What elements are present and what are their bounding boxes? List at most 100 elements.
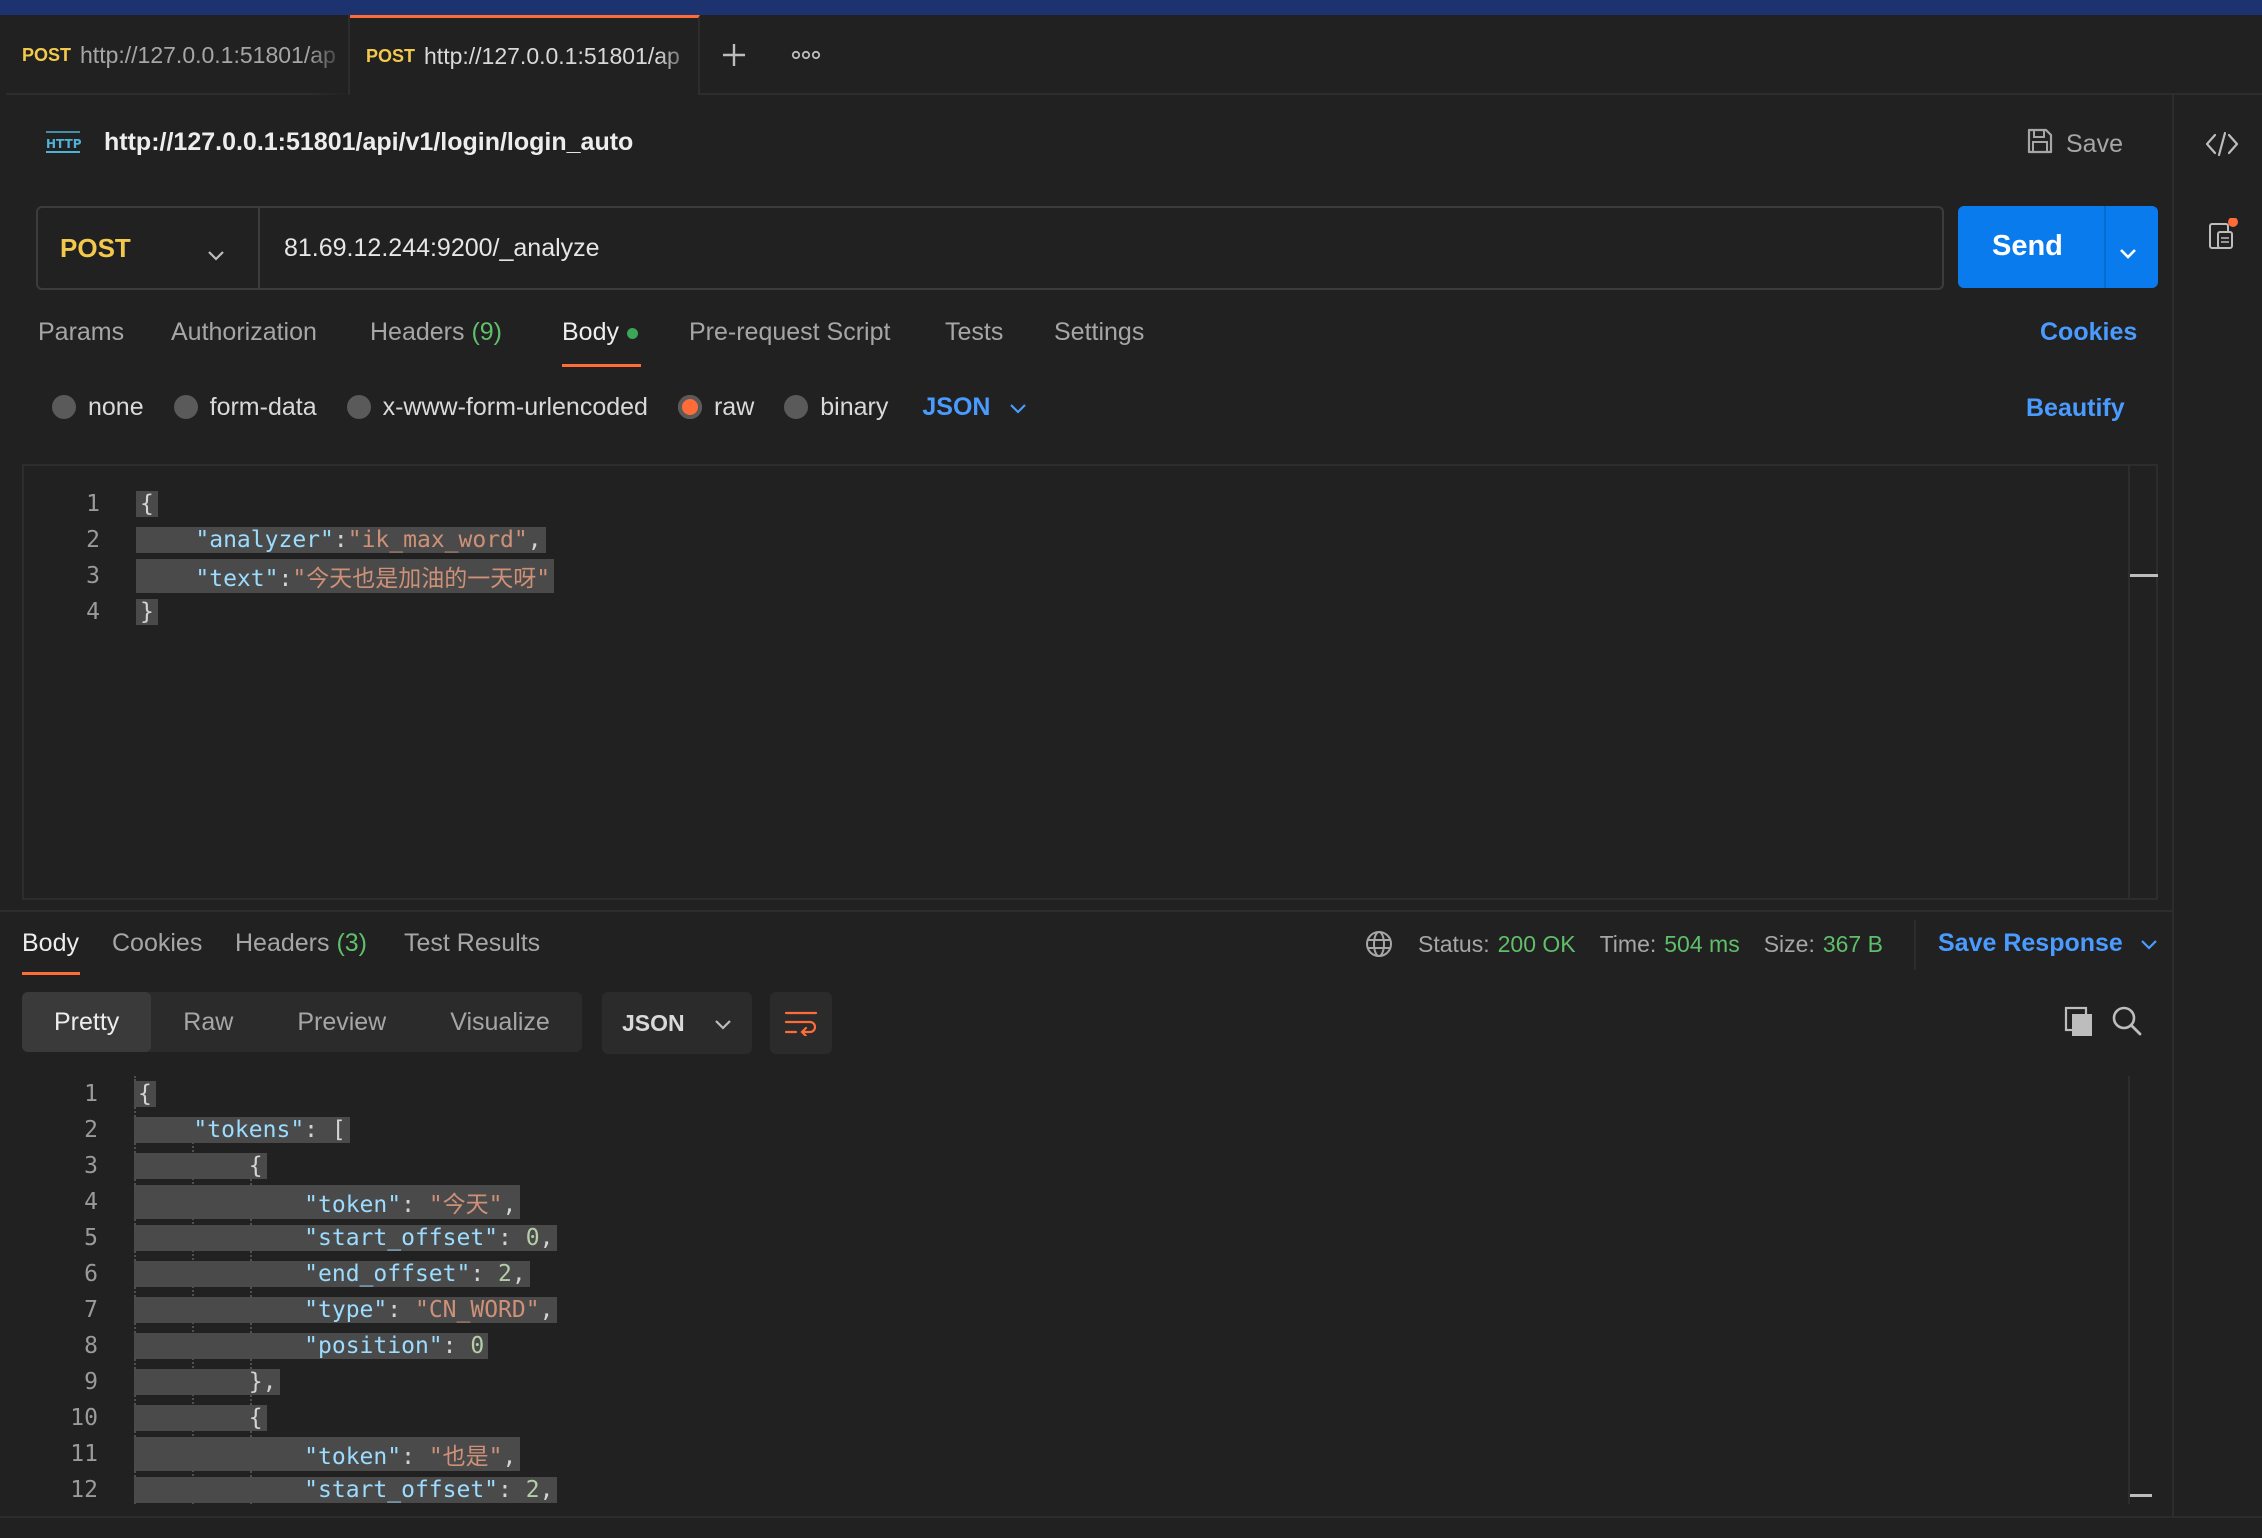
response-tab-headers[interactable]: Headers (3): [235, 929, 367, 958]
code-token: ,: [527, 527, 542, 553]
response-scroll-marker[interactable]: [2130, 1494, 2152, 1497]
request-tab-1[interactable]: POST http://127.0.0.1:51801/ap: [6, 15, 350, 95]
line-number: 6: [84, 1261, 98, 1287]
send-button[interactable]: Send: [1958, 206, 2158, 288]
wrap-lines-icon[interactable]: [770, 992, 832, 1054]
request-name[interactable]: http://127.0.0.1:51801/api/v1/login/logi…: [104, 128, 633, 157]
status-indicator[interactable]: Status: 200 OK: [1418, 931, 1576, 958]
response-tab-cookies[interactable]: Cookies: [112, 929, 202, 958]
radio-none[interactable]: none: [52, 393, 144, 422]
view-preview[interactable]: Preview: [265, 992, 418, 1052]
tab-tests[interactable]: Tests: [945, 318, 1003, 347]
json-key: "start_offset": [304, 1477, 499, 1503]
code-token: },: [248, 1369, 277, 1395]
line-number: 4: [86, 599, 100, 625]
radio-urlencoded-label: x-www-form-urlencoded: [382, 392, 648, 421]
radio-urlencoded[interactable]: x-www-form-urlencoded: [346, 392, 648, 422]
line-number: 3: [84, 1153, 98, 1179]
time-indicator[interactable]: Time: 504 ms: [1600, 931, 1740, 958]
url-bar: POST: [36, 206, 1944, 290]
time-label: Time:: [1599, 930, 1657, 957]
radio-form-data[interactable]: form-data: [173, 392, 317, 422]
window-top-bar: [0, 0, 2262, 15]
line-number: 4: [84, 1189, 98, 1215]
url-input[interactable]: [284, 208, 1884, 288]
tab-strip: POST http://127.0.0.1:51801/ap POST http…: [6, 15, 2262, 95]
status-value: 200 OK: [1497, 930, 1576, 957]
line-number: 7: [84, 1297, 98, 1323]
search-icon[interactable]: [2110, 1004, 2144, 1038]
line-number: 11: [70, 1441, 98, 1467]
tab-body[interactable]: Body: [562, 318, 638, 347]
size-value: 367 B: [1822, 930, 1883, 957]
line-number: 3: [86, 563, 100, 589]
tab-url-label: http://127.0.0.1:51801/ap: [424, 43, 680, 69]
view-visualize[interactable]: Visualize: [418, 992, 582, 1052]
json-string: "CN_WORD": [414, 1297, 540, 1323]
response-format-dropdown[interactable]: JSON: [602, 992, 752, 1054]
radio-binary[interactable]: binary: [784, 393, 888, 422]
line-number: 8: [84, 1333, 98, 1359]
json-key: "analyzer": [195, 527, 334, 553]
radio-none-label: none: [88, 392, 144, 421]
tab-prerequest-script[interactable]: Pre-request Script: [689, 318, 890, 347]
radio-raw-label: raw: [713, 392, 755, 421]
line-number: 1: [86, 491, 100, 517]
body-format-dropdown[interactable]: JSON: [922, 393, 1028, 422]
size-indicator[interactable]: Size: 367 B: [1764, 931, 1883, 958]
size-label: Size:: [1763, 930, 1815, 957]
copy-icon[interactable]: [2062, 1004, 2096, 1038]
pane-divider[interactable]: [0, 910, 2172, 912]
json-key: "position": [304, 1333, 443, 1359]
response-status-bar: Status: 200 OK Time: 504 ms Size: 367 B: [1364, 929, 1907, 959]
request-body-editor[interactable]: 1 { 2 "analyzer":"ik_max_word", 3 "text"…: [22, 464, 2158, 900]
save-button[interactable]: Save: [2026, 122, 2123, 166]
json-string: "今天也是加油的一天呀": [292, 566, 551, 592]
tab-method-badge: POST: [22, 44, 72, 65]
response-body-viewer[interactable]: 1 { 2 "tokens": [ 3 { 4 "token": "今天", 5…: [22, 1076, 2152, 1504]
radio-form-data-label: form-data: [209, 392, 317, 421]
response-format-label: JSON: [622, 1009, 685, 1036]
plus-icon[interactable]: [714, 35, 754, 75]
clipboard-icon[interactable]: [2202, 216, 2242, 256]
tab-authorization[interactable]: Authorization: [171, 318, 317, 347]
json-key: "end_offset": [304, 1261, 471, 1287]
json-number: 2: [525, 1477, 540, 1503]
method-select[interactable]: POST: [38, 208, 260, 288]
code-token: :: [278, 566, 293, 592]
view-pretty[interactable]: Pretty: [22, 992, 152, 1052]
save-response-button[interactable]: Save Response: [1938, 929, 2159, 958]
chevron-down-icon[interactable]: [2116, 236, 2140, 269]
globe-icon[interactable]: [1364, 929, 1394, 959]
chevron-down-icon: [206, 238, 226, 269]
request-tab-2[interactable]: POST http://127.0.0.1:51801/ap: [350, 15, 700, 95]
code-icon[interactable]: [2202, 124, 2242, 164]
editor-scrollbar-track: [2128, 466, 2130, 898]
response-tab-body[interactable]: Body: [22, 929, 79, 958]
response-headers-label: Headers: [235, 929, 330, 957]
tab-params[interactable]: Params: [38, 318, 124, 347]
tab-url-label: http://127.0.0.1:51801/ap: [80, 41, 336, 68]
chevron-down-icon: [713, 1010, 733, 1037]
json-string: "也是": [428, 1444, 503, 1470]
editor-scroll-marker[interactable]: [2130, 574, 2158, 577]
right-rail-divider: [2172, 95, 2174, 1520]
code-token: {: [248, 1405, 263, 1431]
cookies-link[interactable]: Cookies: [2040, 318, 2137, 347]
radio-raw[interactable]: raw: [677, 392, 755, 422]
line-number: 5: [84, 1225, 98, 1251]
ellipsis-icon[interactable]: [786, 35, 826, 75]
status-label: Status:: [1418, 930, 1490, 957]
headers-count: (9): [471, 318, 503, 346]
view-raw[interactable]: Raw: [151, 992, 265, 1052]
tab-settings[interactable]: Settings: [1054, 318, 1144, 347]
beautify-button[interactable]: Beautify: [2026, 394, 2125, 423]
code-token: : [: [304, 1117, 346, 1143]
status-separator: [1914, 920, 1916, 970]
tab-headers[interactable]: Headers (9): [370, 318, 502, 347]
response-view-group: Pretty Raw Preview Visualize: [22, 992, 582, 1052]
line-number: 10: [70, 1405, 98, 1431]
response-tab-test-results[interactable]: Test Results: [404, 929, 540, 958]
chevron-down-icon: [1008, 393, 1028, 422]
json-key: "type": [304, 1297, 388, 1323]
